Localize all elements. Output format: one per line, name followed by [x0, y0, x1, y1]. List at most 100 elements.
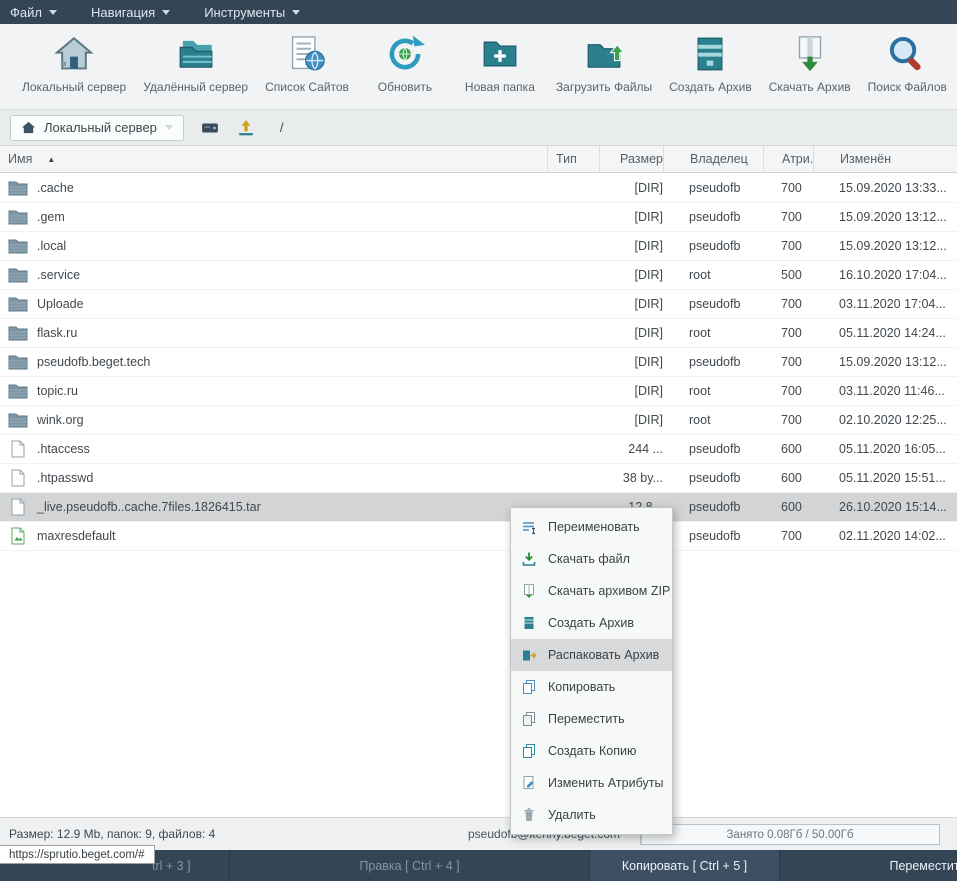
toolbar-button-label: Список Сайтов	[265, 80, 349, 94]
file-manager-window: Файл Навигация Инструменты Локальный сер…	[0, 0, 957, 881]
column-header-modified[interactable]: Изменён	[813, 146, 957, 172]
toolbar-button[interactable]: Список Сайтов	[265, 33, 349, 109]
toolbar-button[interactable]: Локальный сервер	[22, 33, 126, 109]
file-name: .service	[37, 268, 80, 282]
upload-files-icon	[583, 33, 625, 75]
context-menu-item-label: Удалить	[548, 808, 596, 822]
file-name-cell: .service	[0, 266, 547, 284]
file-modified: 16.10.2020 17:04...	[813, 268, 957, 282]
context-menu-item-label: Изменить Атрибуты	[548, 776, 663, 790]
file-attrs: 700	[763, 529, 813, 543]
context-menu-item[interactable]: Изменить Атрибуты	[511, 767, 672, 799]
hotkey-button[interactable]: Правка [ Ctrl + 4 ]	[230, 850, 590, 881]
folder-icon	[8, 266, 28, 284]
column-header-owner[interactable]: Владелец	[663, 146, 763, 172]
column-header-size[interactable]: Размер	[599, 146, 663, 172]
table-row[interactable]: .service [DIR] root 500 16.10.2020 17:04…	[0, 261, 957, 290]
extract-archive-icon	[521, 647, 537, 663]
context-menu-item-label: Распаковать Архив	[548, 648, 659, 662]
file-attrs: 700	[763, 326, 813, 340]
file-name-cell: .local	[0, 237, 547, 255]
toolbar-button[interactable]: Скачать Архив	[769, 33, 851, 109]
context-menu-item[interactable]: Скачать файл	[511, 543, 672, 575]
menubar-item[interactable]: Навигация	[91, 0, 170, 24]
file-modified: 15.09.2020 13:12...	[813, 355, 957, 369]
table-row[interactable]: .htaccess 244 ... pseudofb 600 05.11.202…	[0, 435, 957, 464]
column-header-type[interactable]: Тип	[547, 146, 599, 172]
toolbar-button[interactable]: Поиск Файлов	[868, 33, 947, 109]
file-size: [DIR]	[599, 326, 663, 340]
table-row[interactable]: maxresdefault pseudofb 700 02.11.2020 14…	[0, 522, 957, 551]
path-tool-button[interactable]	[232, 116, 260, 140]
file-owner: pseudofb	[663, 239, 763, 253]
file-name: .htpasswd	[37, 471, 93, 485]
context-menu-item[interactable]: Распаковать Архив	[511, 639, 672, 671]
file-owner: pseudofb	[663, 442, 763, 456]
disk-icon	[201, 119, 219, 137]
menubar-item[interactable]: Инструменты	[204, 0, 300, 24]
file-size: [DIR]	[599, 297, 663, 311]
download-archive-icon	[789, 33, 831, 75]
toolbar-button[interactable]: Удалённый сервер	[143, 33, 248, 109]
toolbar-button[interactable]: Обновить	[366, 33, 444, 109]
file-owner: pseudofb	[663, 529, 763, 543]
column-header-label: Имя	[8, 152, 32, 166]
file-size: 244 ...	[599, 442, 663, 456]
file-name-cell: Uploade	[0, 295, 547, 313]
file-name: .local	[37, 239, 66, 253]
file-name-cell: .gem	[0, 208, 547, 226]
file-attrs: 500	[763, 268, 813, 282]
hotkey-button-label: Правка [ Ctrl + 4 ]	[359, 859, 459, 873]
file-attrs: 600	[763, 471, 813, 485]
file-size: [DIR]	[599, 355, 663, 369]
table-row[interactable]: .gem [DIR] pseudofb 700 15.09.2020 13:12…	[0, 203, 957, 232]
hotkey-button[interactable]: Переместит	[780, 850, 957, 881]
table-row[interactable]: .local [DIR] pseudofb 700 15.09.2020 13:…	[0, 232, 957, 261]
context-menu-item[interactable]: Копировать	[511, 671, 672, 703]
home-small-icon	[21, 120, 36, 135]
context-menu-item[interactable]: Скачать архивом ZIP	[511, 575, 672, 607]
table-row[interactable]: .cache [DIR] pseudofb 700 15.09.2020 13:…	[0, 174, 957, 203]
file-name: wink.org	[37, 413, 84, 427]
context-menu: Переименовать Скачать файл Скачать архив…	[510, 507, 673, 835]
file-name: .gem	[37, 210, 65, 224]
column-header-name[interactable]: Имя ▲	[0, 146, 547, 172]
search-icon	[886, 33, 928, 75]
table-row[interactable]: topic.ru [DIR] root 700 03.11.2020 11:46…	[0, 377, 957, 406]
file-modified: 02.10.2020 12:25...	[813, 413, 957, 427]
toolbar-button[interactable]: Создать Архив	[669, 33, 752, 109]
table-row[interactable]: .htpasswd 38 by... pseudofb 600 05.11.20…	[0, 464, 957, 493]
table-row[interactable]: _live.pseudofb..cache.7files.1826415.tar…	[0, 493, 957, 522]
toolbar-button[interactable]: Загрузить Файлы	[556, 33, 652, 109]
toolbar-button[interactable]: Новая папка	[461, 33, 539, 109]
folder-icon	[8, 324, 28, 342]
table-row[interactable]: flask.ru [DIR] root 700 05.11.2020 14:24…	[0, 319, 957, 348]
path-tool-button[interactable]	[196, 116, 224, 140]
server-select-dropdown[interactable]: Локальный сервер	[10, 115, 184, 141]
menubar-item-label: Файл	[10, 5, 42, 20]
rename-icon	[521, 519, 537, 535]
context-menu-item[interactable]: Переместить	[511, 703, 672, 735]
context-menu-item[interactable]: Переименовать	[511, 511, 672, 543]
table-row[interactable]: Uploade [DIR] pseudofb 700 03.11.2020 17…	[0, 290, 957, 319]
context-menu-item-label: Скачать файл	[548, 552, 630, 566]
file-owner: root	[663, 326, 763, 340]
upload-small-icon	[237, 119, 255, 137]
menubar-item-label: Навигация	[91, 5, 155, 20]
hotkey-button[interactable]: Копировать [ Ctrl + 5 ]	[590, 850, 780, 881]
file-attrs: 700	[763, 239, 813, 253]
table-row[interactable]: wink.org [DIR] root 700 02.10.2020 12:25…	[0, 406, 957, 435]
file-size: 38 by...	[599, 471, 663, 485]
context-menu-item[interactable]: Создать Архив	[511, 607, 672, 639]
column-header-attrs[interactable]: Атри...	[763, 146, 813, 172]
context-menu-item[interactable]: Удалить	[511, 799, 672, 831]
menubar-item[interactable]: Файл	[10, 0, 57, 24]
context-menu-item[interactable]: Создать Копию	[511, 735, 672, 767]
file-attrs: 700	[763, 413, 813, 427]
attributes-icon	[521, 775, 537, 791]
table-row[interactable]: pseudofb.beget.tech [DIR] pseudofb 700 1…	[0, 348, 957, 377]
current-path: /	[280, 120, 284, 135]
context-menu-item-label: Создать Копию	[548, 744, 636, 758]
file-owner: pseudofb	[663, 500, 763, 514]
file-modified: 15.09.2020 13:12...	[813, 210, 957, 224]
